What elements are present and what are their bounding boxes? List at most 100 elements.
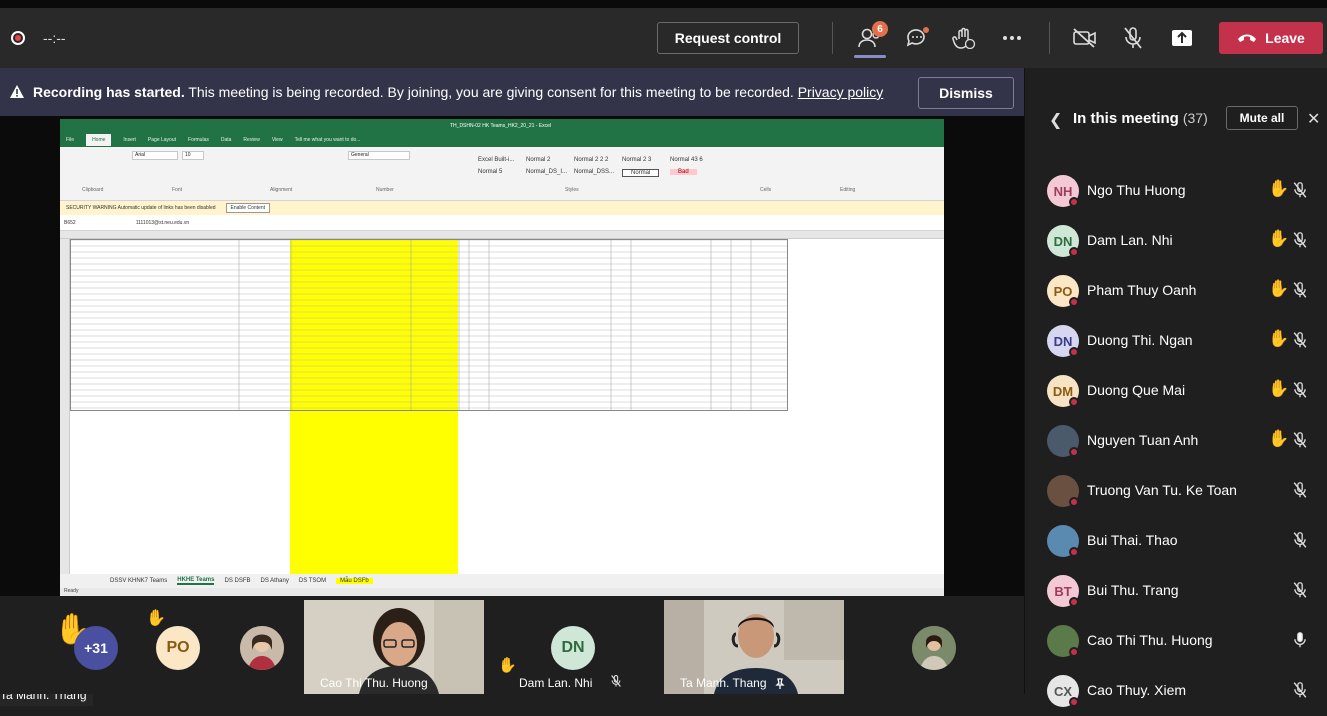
- participant-avatar: [1047, 475, 1079, 507]
- mic-off-icon[interactable]: [1292, 181, 1308, 199]
- presence-dot-icon: [1069, 647, 1079, 657]
- shared-excel-window[interactable]: TH_DSHN-02 HK Teams_HK2_20_21 - Excel Fi…: [60, 119, 944, 599]
- participant-photo-avatar[interactable]: [912, 626, 956, 670]
- participant-avatar-dn[interactable]: DN: [551, 626, 595, 670]
- share-screen-button[interactable]: [1166, 22, 1198, 54]
- raised-hand-icon: ✋: [146, 610, 166, 627]
- recording-indicator-icon: [11, 31, 25, 45]
- excel-ribbon-tab: Insert: [123, 137, 136, 143]
- style-swatch: Normal 5: [478, 169, 503, 175]
- participant-avatar: PO: [1047, 275, 1079, 307]
- style-swatch: Excel Built-i...: [478, 157, 515, 163]
- panel-header: ❮ In this meeting (37) Mute all ✕: [1025, 106, 1327, 134]
- presence-dot-icon: [1069, 497, 1079, 507]
- participant-strip: ✋ +31 ✋ PO Cao Thi Thu. Huong DN ✋ Dam L…: [0, 596, 1024, 694]
- formula-bar: B652 1111013@st.neu.edu.vn: [60, 215, 944, 231]
- video-tile-ta-manh-thang[interactable]: Ta Manh. Thang: [664, 600, 844, 694]
- mic-off-icon[interactable]: [1292, 431, 1308, 449]
- panel-title: In this meeting (37): [1073, 110, 1208, 127]
- style-swatch: Bad: [670, 169, 697, 175]
- tile-name-label: Dam Lan. Nhi: [519, 676, 593, 690]
- presence-dot-icon: [1069, 597, 1079, 607]
- sheet-tab: DS Athany: [260, 578, 289, 584]
- participant-row[interactable]: PO Pham Thuy Oanh ✋: [1025, 266, 1327, 316]
- participant-row[interactable]: Nguyen Tuan Anh ✋: [1025, 416, 1327, 466]
- mute-all-button[interactable]: Mute all: [1226, 106, 1298, 130]
- tile-name-label: Ta Manh. Thang: [680, 676, 767, 690]
- formula-value: 1111013@st.neu.edu.vn: [135, 219, 190, 226]
- raised-hand-icon: ✋: [498, 657, 517, 674]
- toolbar-divider: [1049, 22, 1050, 54]
- sheet-tab: DSSV KHNK7 Teams: [110, 578, 168, 584]
- excel-ribbon-tab: Page Layout: [147, 137, 177, 143]
- participant-avatar: BT: [1047, 575, 1079, 607]
- warning-icon: [10, 85, 24, 98]
- participant-avatar: [1047, 525, 1079, 557]
- presence-dot-icon: [1069, 297, 1079, 307]
- leave-label: Leave: [1265, 30, 1305, 46]
- mic-off-icon[interactable]: [1292, 581, 1308, 599]
- leave-button[interactable]: Leave: [1219, 22, 1323, 54]
- back-chevron-icon[interactable]: ❮: [1049, 110, 1062, 130]
- participant-name: Duong Thi. Ngan: [1087, 332, 1193, 348]
- mic-off-icon[interactable]: [1292, 681, 1308, 699]
- participant-row[interactable]: CX Cao Thuy. Xiem: [1025, 666, 1327, 716]
- excel-ribbon: Arial 10 General Excel Built-i... Normal …: [60, 147, 944, 201]
- excel-ribbon-tab: Formulas: [188, 137, 209, 143]
- presence-dot-icon: [1069, 397, 1079, 407]
- dismiss-button[interactable]: Dismiss: [918, 77, 1014, 109]
- participant-name: Nguyen Tuan Anh: [1087, 432, 1199, 448]
- raised-hand-icon: ✋: [1268, 179, 1290, 198]
- mic-off-icon[interactable]: [1292, 531, 1308, 549]
- avatar-initials: DN: [1053, 333, 1073, 349]
- data-table: [70, 239, 788, 411]
- participants-panel: ❮ In this meeting (37) Mute all ✕ NH Ngo T…: [1024, 68, 1327, 707]
- request-control-button[interactable]: Request control: [657, 22, 799, 54]
- raised-hand-icon: ✋: [1268, 229, 1290, 248]
- mic-button[interactable]: [1117, 22, 1149, 54]
- chat-button[interactable]: [901, 22, 933, 54]
- ribbon-group-label: Editing: [840, 187, 856, 193]
- mic-off-icon[interactable]: [1292, 481, 1308, 499]
- close-icon[interactable]: ✕: [1307, 109, 1320, 129]
- video-tile-cao-thi-thu-huong[interactable]: Cao Thi Thu. Huong: [304, 600, 484, 694]
- camera-button[interactable]: [1069, 22, 1101, 54]
- mic-on-icon[interactable]: [1292, 631, 1308, 649]
- participant-row[interactable]: DN Duong Thi. Ngan ✋: [1025, 316, 1327, 366]
- participant-name: Ngo Thu Huong: [1087, 182, 1186, 198]
- participant-name: Bui Thai. Thao: [1087, 532, 1178, 548]
- mic-off-icon[interactable]: [1292, 331, 1308, 349]
- more-actions-button[interactable]: [996, 22, 1028, 54]
- privacy-policy-link[interactable]: Privacy policy: [798, 84, 884, 100]
- raised-hand-icon: ✋: [1268, 379, 1290, 398]
- chat-icon: [906, 27, 929, 47]
- mic-off-icon[interactable]: [1292, 231, 1308, 249]
- participants-active-indicator: [854, 55, 886, 58]
- participant-photo-avatar[interactable]: [240, 626, 284, 670]
- participant-name: Bui Thu. Trang: [1087, 582, 1179, 598]
- mic-off-icon[interactable]: [1292, 381, 1308, 399]
- participant-row[interactable]: BT Bui Thu. Trang: [1025, 566, 1327, 616]
- participants-button[interactable]: 6: [854, 21, 888, 54]
- participant-row[interactable]: Truong Van Tu. Ke Toan: [1025, 466, 1327, 516]
- participant-row[interactable]: Bui Thai. Thao: [1025, 516, 1327, 566]
- reactions-button[interactable]: [948, 22, 980, 54]
- participant-avatar-po[interactable]: PO: [156, 626, 200, 670]
- more-participants-avatar[interactable]: +31: [74, 626, 118, 670]
- mic-off-icon[interactable]: [1292, 281, 1308, 299]
- style-swatch: Normal: [622, 169, 660, 177]
- more-icon: [1003, 36, 1021, 40]
- participant-row[interactable]: DN Dam Lan. Nhi ✋: [1025, 216, 1327, 266]
- participant-avatar: DM: [1047, 375, 1079, 407]
- person-photo-icon: [912, 626, 956, 670]
- font-size-box: 10: [182, 151, 204, 160]
- raised-hand-icon: ✋: [1268, 329, 1290, 348]
- avatar-initials: NH: [1053, 183, 1073, 199]
- avatar-initials: PO: [1053, 283, 1073, 299]
- recording-text: This meeting is being recorded. By joini…: [188, 84, 794, 100]
- participant-row[interactable]: DM Duong Que Mai ✋: [1025, 366, 1327, 416]
- column-headers: [60, 231, 944, 239]
- participant-row[interactable]: NH Ngo Thu Huong ✋: [1025, 166, 1327, 216]
- number-format-box: General: [348, 151, 410, 160]
- participant-row[interactable]: Cao Thi Thu. Huong: [1025, 616, 1327, 666]
